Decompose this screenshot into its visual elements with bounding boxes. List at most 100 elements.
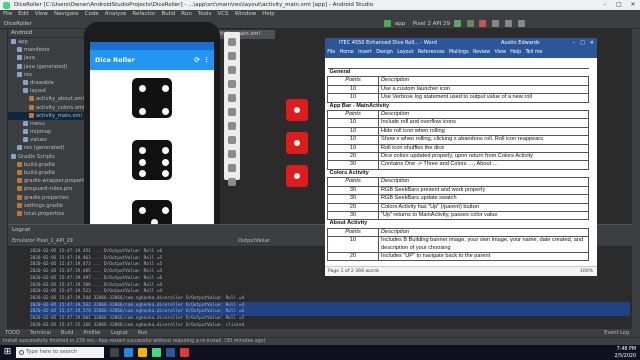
rubric-points[interactable]: 10 xyxy=(327,84,379,95)
rubric-description[interactable]: RGB SeekBars present and work properly xyxy=(378,185,589,196)
rubric-section-title[interactable]: App Bar - MainActivity xyxy=(327,101,589,112)
word-zoom[interactable]: 100% xyxy=(580,267,593,277)
file-explorer-icon[interactable] xyxy=(138,348,147,357)
rubric-points[interactable]: 30 xyxy=(327,194,379,204)
menu-item-window[interactable]: Window xyxy=(232,10,260,19)
rubric-description[interactable]: Description xyxy=(378,227,589,238)
rubric-points[interactable]: Points xyxy=(327,177,379,187)
more-icon[interactable] xyxy=(228,178,236,186)
avd-manager-icon[interactable] xyxy=(504,20,512,27)
word-maximize-icon[interactable]: □ xyxy=(580,38,585,48)
rubric-points[interactable]: Points xyxy=(327,76,379,86)
ribbon-tab-view[interactable]: View xyxy=(492,50,508,55)
windows-start-icon[interactable]: ⊞ xyxy=(2,347,13,358)
taskbar-clock[interactable]: 7:48 PM 2/5/2020 xyxy=(592,345,636,360)
ribbon-tab-review[interactable]: Review xyxy=(471,50,493,55)
ribbon-tab-tell-me[interactable]: Tell me xyxy=(523,50,544,55)
ribbon-tab-design[interactable]: Design xyxy=(374,50,395,55)
home-icon[interactable] xyxy=(228,150,236,158)
edge-icon[interactable] xyxy=(124,348,133,357)
make-icon[interactable] xyxy=(384,20,391,27)
word-user[interactable]: Austin Edwards xyxy=(501,38,540,48)
ribbon-tab-insert[interactable]: Insert xyxy=(356,50,374,55)
rubric-description[interactable]: Dice colors updated properly, upon retur… xyxy=(378,152,589,162)
overflow-menu-icon[interactable]: ⋮ xyxy=(203,50,210,70)
stop-icon[interactable] xyxy=(479,20,487,27)
ribbon-tab-home[interactable]: Home xyxy=(337,50,356,55)
menu-item-view[interactable]: View xyxy=(32,10,51,19)
rubric-description[interactable]: Description xyxy=(378,177,589,187)
rubric-description[interactable]: “Up” returns to MainActivity, passes col… xyxy=(378,210,589,221)
back-icon[interactable] xyxy=(228,136,236,144)
rubric-points[interactable]: 30 xyxy=(327,185,379,196)
rubric-description[interactable]: Description xyxy=(378,76,589,86)
rubric-description[interactable]: Include roll and overflow icons xyxy=(378,118,589,128)
ribbon-tab-layout[interactable]: Layout xyxy=(395,50,416,55)
bottom-tab-build[interactable]: Build xyxy=(56,330,79,336)
menu-item-build[interactable]: Build xyxy=(158,10,178,19)
rubric-points[interactable]: 10 xyxy=(327,93,379,103)
word-close-icon[interactable]: ✕ xyxy=(590,38,594,48)
rubric-description[interactable]: Includes “UP” to navigate back to the pa… xyxy=(378,251,589,262)
event-log-tab[interactable]: Event Log xyxy=(599,329,634,337)
log-line[interactable]: 2020-02-05 15:47:25.166 32066-32066/com.… xyxy=(30,322,630,329)
volume-down-icon[interactable] xyxy=(228,66,236,74)
rubric-section-title[interactable]: Colors Activity xyxy=(327,168,589,179)
bottom-tab-logcat[interactable]: Logcat xyxy=(106,330,133,336)
right-tool-strip[interactable] xyxy=(632,29,640,329)
sync-icon[interactable] xyxy=(492,20,500,27)
rubric-description[interactable]: Contains One -> Three and Colors …, Abou… xyxy=(378,160,589,170)
ribbon-tab-mailings[interactable]: Mailings xyxy=(447,50,471,55)
sdk-manager-icon[interactable] xyxy=(517,20,525,27)
rubric-description[interactable]: Description xyxy=(378,110,589,120)
rubric-section-title[interactable]: About Activity xyxy=(327,219,589,229)
chrome-icon[interactable] xyxy=(180,348,189,357)
overview-icon[interactable] xyxy=(228,164,236,172)
bottom-tab-profiler[interactable]: Profiler xyxy=(78,330,106,336)
task-view-icon[interactable] xyxy=(110,348,119,357)
logcat-device-select[interactable]: Emulator Pixel_2_API_29 xyxy=(12,238,73,244)
rubric-description[interactable]: Use Verbose log statement used to output… xyxy=(378,93,589,103)
menu-item-help[interactable]: Help xyxy=(259,10,278,19)
taskbar-search-input[interactable]: Type here to search xyxy=(16,347,104,358)
bottom-tab-run[interactable]: Run xyxy=(133,330,153,336)
bottom-tab-terminal[interactable]: Terminal xyxy=(25,330,56,336)
menu-item-run[interactable]: Run xyxy=(178,10,195,19)
rubric-description[interactable]: Roll icon shuffles the dice xyxy=(378,143,589,154)
device-select[interactable]: Pixel 2 API 29 xyxy=(413,21,450,27)
rubric-points[interactable]: 10 xyxy=(327,143,379,154)
menu-item-analyze[interactable]: Analyze xyxy=(102,10,130,19)
close-icon[interactable]: ✕ xyxy=(626,0,640,10)
run-icon[interactable] xyxy=(453,20,461,27)
zoom-icon[interactable] xyxy=(228,122,236,130)
run-config-select[interactable]: app xyxy=(395,21,405,27)
rubric-description[interactable]: RGB SeekBars update swatch xyxy=(378,194,589,204)
rubric-description[interactable]: Show x when rolling, clicking x abandons… xyxy=(378,135,589,145)
rubric-points[interactable]: 20 xyxy=(327,152,379,162)
rubric-points[interactable]: 30 xyxy=(327,160,379,170)
power-icon[interactable] xyxy=(228,38,236,46)
rotate-right-icon[interactable] xyxy=(228,94,236,102)
volume-up-icon[interactable] xyxy=(228,52,236,60)
android-studio-icon[interactable] xyxy=(152,348,161,357)
menu-item-edit[interactable]: Edit xyxy=(15,10,32,19)
ribbon-tab-references[interactable]: References xyxy=(416,50,447,55)
rubric-points[interactable]: 10 xyxy=(327,126,379,137)
rubric-points[interactable]: 10 xyxy=(327,236,379,253)
maximize-icon[interactable]: □ xyxy=(612,0,626,10)
ribbon-tab-help[interactable]: Help xyxy=(508,50,523,55)
menu-item-navigate[interactable]: Navigate xyxy=(51,10,82,19)
left-tool-strip[interactable] xyxy=(0,29,8,329)
rubric-points[interactable]: 20 xyxy=(327,202,379,212)
menu-item-vcs[interactable]: VCS xyxy=(214,10,231,19)
debug-icon[interactable] xyxy=(466,20,474,27)
menu-item-refactor[interactable]: Refactor xyxy=(129,10,158,19)
word-minimize-icon[interactable]: – xyxy=(573,38,576,48)
camera-icon[interactable] xyxy=(228,108,236,116)
menu-item-tools[interactable]: Tools xyxy=(195,10,215,19)
rubric-section-title[interactable]: General xyxy=(327,67,589,78)
word-icon[interactable] xyxy=(166,348,175,357)
menu-item-file[interactable]: File xyxy=(0,10,15,19)
rubric-points[interactable]: 20 xyxy=(327,251,379,262)
rubric-points[interactable]: 10 xyxy=(327,135,379,145)
